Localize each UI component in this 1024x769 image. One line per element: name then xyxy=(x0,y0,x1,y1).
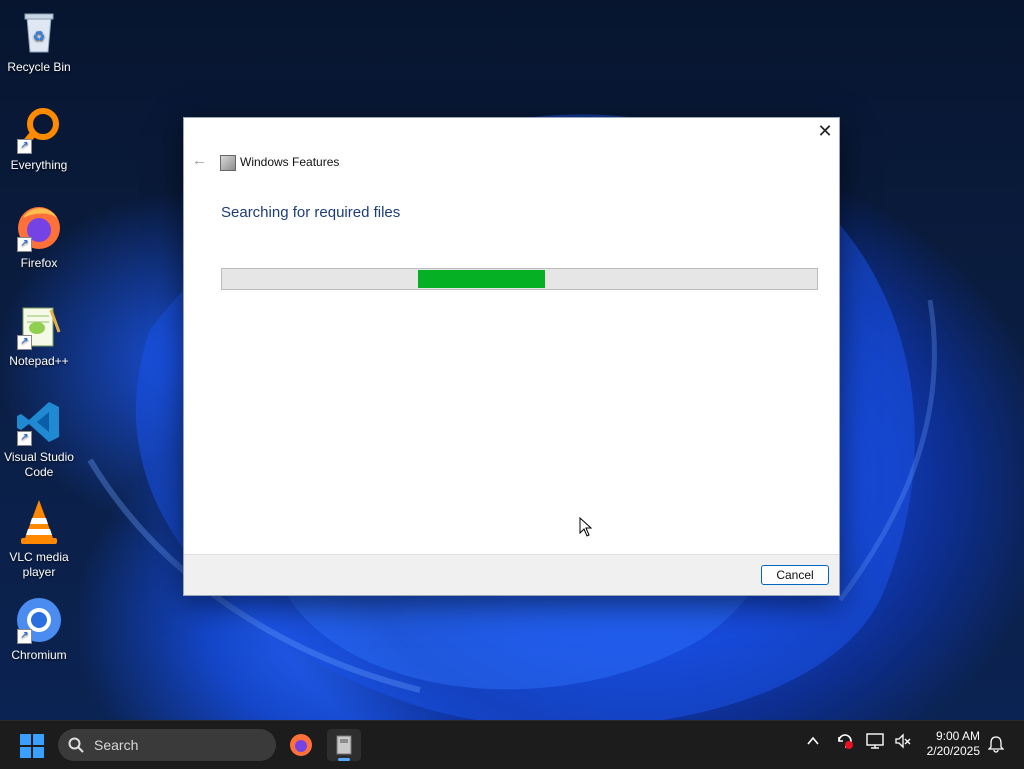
vscode-icon: ↗ xyxy=(15,398,63,446)
close-button[interactable]: ✕ xyxy=(811,118,839,146)
progress-bar xyxy=(221,268,818,290)
svg-text:♻: ♻ xyxy=(33,28,46,44)
clock-time: 9:00 AM xyxy=(935,729,980,743)
desktop-icon-chromium[interactable]: ↗ Chromium xyxy=(2,596,76,663)
windows-features-icon xyxy=(336,735,352,755)
desktop-icon-label: Everything xyxy=(10,158,68,172)
windows-features-dialog: ✕ ← Windows Features Searching for requi… xyxy=(183,117,840,596)
vlc-icon xyxy=(15,498,63,546)
firefox-icon: ↗ xyxy=(15,204,63,252)
notepad-plus-plus-icon: ↗ xyxy=(15,302,63,350)
dialog-footer: Cancel xyxy=(184,554,839,595)
clock-date: 2/20/2025 xyxy=(926,744,980,758)
shortcut-arrow-icon: ↗ xyxy=(17,139,32,154)
desktop-icon-label: Recycle Bin xyxy=(7,60,71,74)
shortcut-arrow-icon: ↗ xyxy=(17,629,32,644)
desktop-icon-recycle-bin[interactable]: ♻ Recycle Bin xyxy=(2,8,76,75)
shortcut-arrow-icon: ↗ xyxy=(17,335,32,350)
taskbar-app-windows-features[interactable] xyxy=(327,729,361,761)
desktop-icon-vlc[interactable]: VLC media player xyxy=(2,498,76,580)
taskbar-search-box[interactable]: Search xyxy=(58,729,276,761)
start-button[interactable] xyxy=(20,734,44,758)
recycle-bin-icon: ♻ xyxy=(15,8,63,56)
dialog-title: Windows Features xyxy=(240,155,340,169)
windows-features-icon xyxy=(220,155,236,171)
back-arrow-icon[interactable]: ← xyxy=(192,152,207,169)
desktop-icon-vscode[interactable]: ↗ Visual Studio Code xyxy=(2,398,76,480)
tray-overflow-chevron-icon[interactable] xyxy=(806,733,820,752)
taskbar-app-firefox[interactable] xyxy=(284,729,318,761)
shortcut-arrow-icon: ↗ xyxy=(17,431,32,446)
search-icon xyxy=(68,737,84,753)
desktop-icon-notepad-plus-plus[interactable]: ↗ Notepad++ xyxy=(2,302,76,369)
bell-icon[interactable] xyxy=(987,735,1005,756)
search-label: Search xyxy=(94,737,139,753)
firefox-icon xyxy=(290,734,312,756)
desktop-icon-label: VLC media player xyxy=(9,550,69,579)
shortcut-arrow-icon: ↗ xyxy=(17,237,32,252)
desktop-icon-label: Chromium xyxy=(11,648,67,662)
desktop-icon-everything[interactable]: ↗ Everything xyxy=(2,106,76,173)
active-indicator xyxy=(338,758,350,761)
progress-marquee xyxy=(418,270,545,288)
taskbar: Search 9:00 AM 2/20/2025 xyxy=(0,720,1024,769)
desktop-icon-label: Notepad++ xyxy=(9,354,69,368)
mouse-cursor-icon xyxy=(579,517,593,537)
update-alert-icon[interactable] xyxy=(836,732,854,753)
everything-search-icon: ↗ xyxy=(15,106,63,154)
desktop-icon-firefox[interactable]: ↗ Firefox xyxy=(2,204,76,271)
display-network-icon[interactable] xyxy=(866,732,886,753)
chromium-icon: ↗ xyxy=(15,596,63,644)
desktop-icon-label: Visual Studio Code xyxy=(4,450,74,479)
cancel-button[interactable]: Cancel xyxy=(761,565,829,585)
desktop-icon-label: Firefox xyxy=(20,256,58,270)
taskbar-clock[interactable]: 9:00 AM 2/20/2025 xyxy=(910,729,980,759)
status-heading: Searching for required files xyxy=(221,204,401,221)
